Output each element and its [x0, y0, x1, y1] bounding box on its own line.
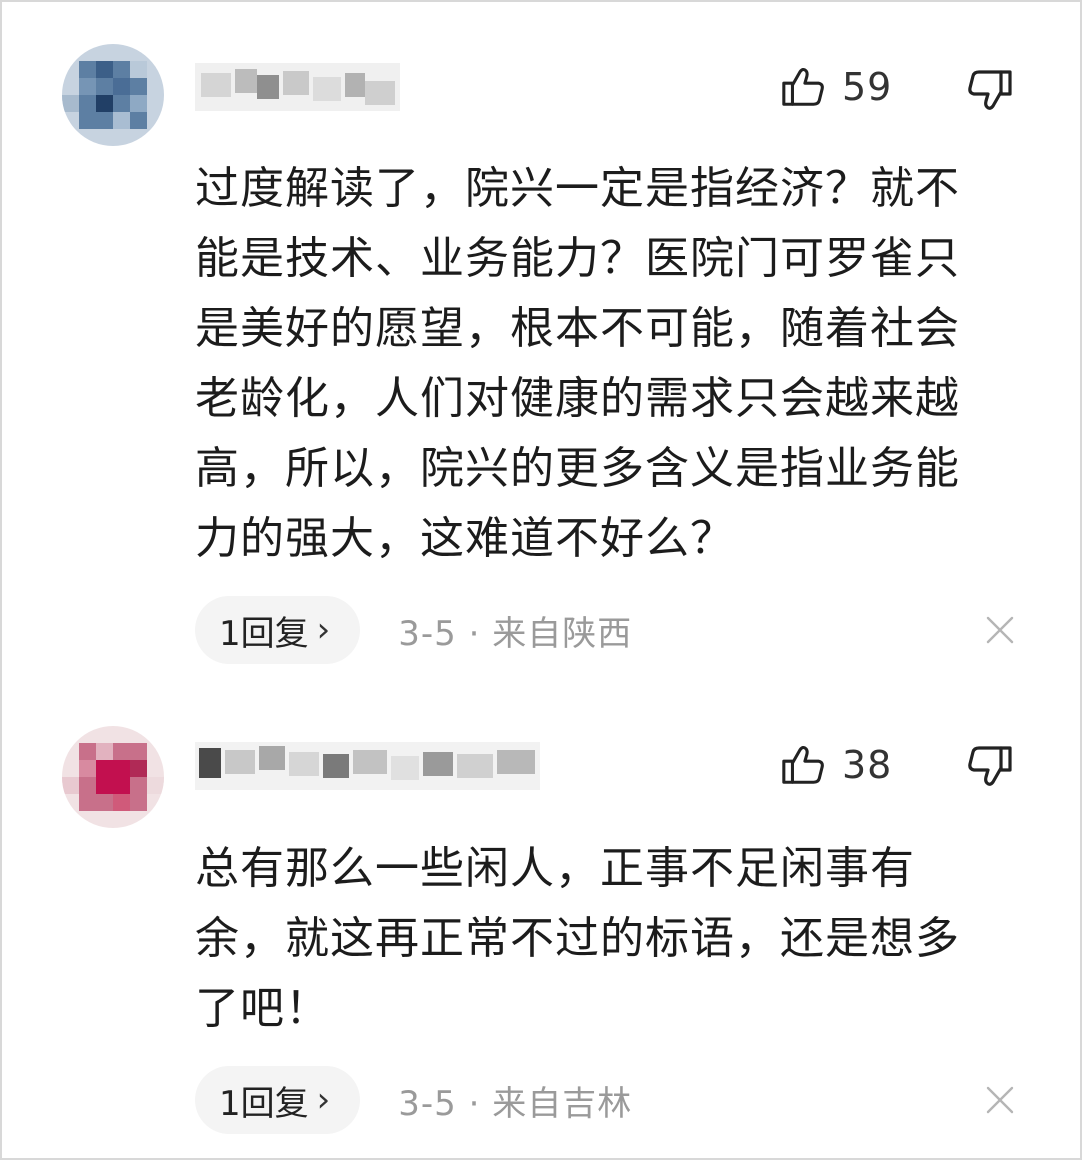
comment-date-location: 3-5 · 来自陕西: [398, 606, 632, 655]
avatar[interactable]: [62, 726, 164, 828]
like-button[interactable]: 38: [780, 742, 892, 788]
avatar[interactable]: [62, 44, 164, 146]
comment-line: 了吧！: [195, 983, 330, 1034]
thumbs-down-icon[interactable]: [966, 742, 1014, 790]
comment-line: 老龄化，人们对健康的需求只会越来越: [195, 373, 960, 424]
comment-line: 力的强大，这难道不好么？: [195, 513, 735, 564]
comment-item: 59 过度解读了，院兴一定是指经济？就不 能是技术、业务能力？医院门可罗雀只 是…: [0, 0, 1082, 690]
comment-meta: 1回复 › 3-5 · 来自陕西: [195, 596, 632, 664]
comment-location: 来自陕西: [492, 613, 633, 654]
comment-text: 过度解读了，院兴一定是指经济？就不 能是技术、业务能力？医院门可罗雀只 是美好的…: [195, 154, 1025, 574]
meta-separator: ·: [468, 1083, 481, 1124]
comment-line: 是美好的愿望，根本不可能，随着社会: [195, 303, 960, 354]
comment-item: 38 总有那么一些闲人，正事不足闲事有 余，就这再正常不过的标语，还是想多 了吧…: [0, 690, 1082, 1160]
comment-line: 总有那么一些闲人，正事不足闲事有: [195, 843, 915, 894]
close-icon[interactable]: [984, 1084, 1016, 1116]
comment-date: 3-5: [398, 613, 457, 654]
username-blurred[interactable]: [195, 63, 400, 111]
thumbs-down-icon[interactable]: [966, 66, 1014, 114]
comment-meta: 1回复 › 3-5 · 来自吉林: [195, 1066, 632, 1134]
thumbs-up-icon: [782, 67, 824, 106]
chevron-right-icon: ›: [316, 610, 331, 650]
chevron-right-icon: ›: [316, 1080, 331, 1120]
thumbs-up-icon: [782, 745, 824, 784]
comment-date-location: 3-5 · 来自吉林: [398, 1076, 632, 1125]
comment-date: 3-5: [398, 1083, 457, 1124]
reply-label: 1回复: [219, 613, 309, 654]
meta-separator: ·: [468, 613, 481, 654]
reply-label: 1回复: [219, 1083, 309, 1124]
comment-line: 余，就这再正常不过的标语，还是想多: [195, 913, 960, 964]
comment-line: 过度解读了，院兴一定是指经济？就不: [195, 163, 960, 214]
comment-line: 高，所以，院兴的更多含义是指业务能: [195, 443, 960, 494]
username-blurred[interactable]: [195, 742, 540, 790]
like-count: 38: [842, 743, 893, 787]
like-button[interactable]: 59: [780, 64, 892, 110]
comment-line: 能是技术、业务能力？医院门可罗雀只: [195, 233, 960, 284]
reply-button[interactable]: 1回复 ›: [195, 596, 361, 664]
comment-location: 来自吉林: [492, 1083, 633, 1124]
comment-text: 总有那么一些闲人，正事不足闲事有 余，就这再正常不过的标语，还是想多 了吧！: [195, 834, 1025, 1044]
close-icon[interactable]: [984, 614, 1016, 646]
reply-button[interactable]: 1回复 ›: [195, 1066, 361, 1134]
like-count: 59: [842, 65, 893, 109]
